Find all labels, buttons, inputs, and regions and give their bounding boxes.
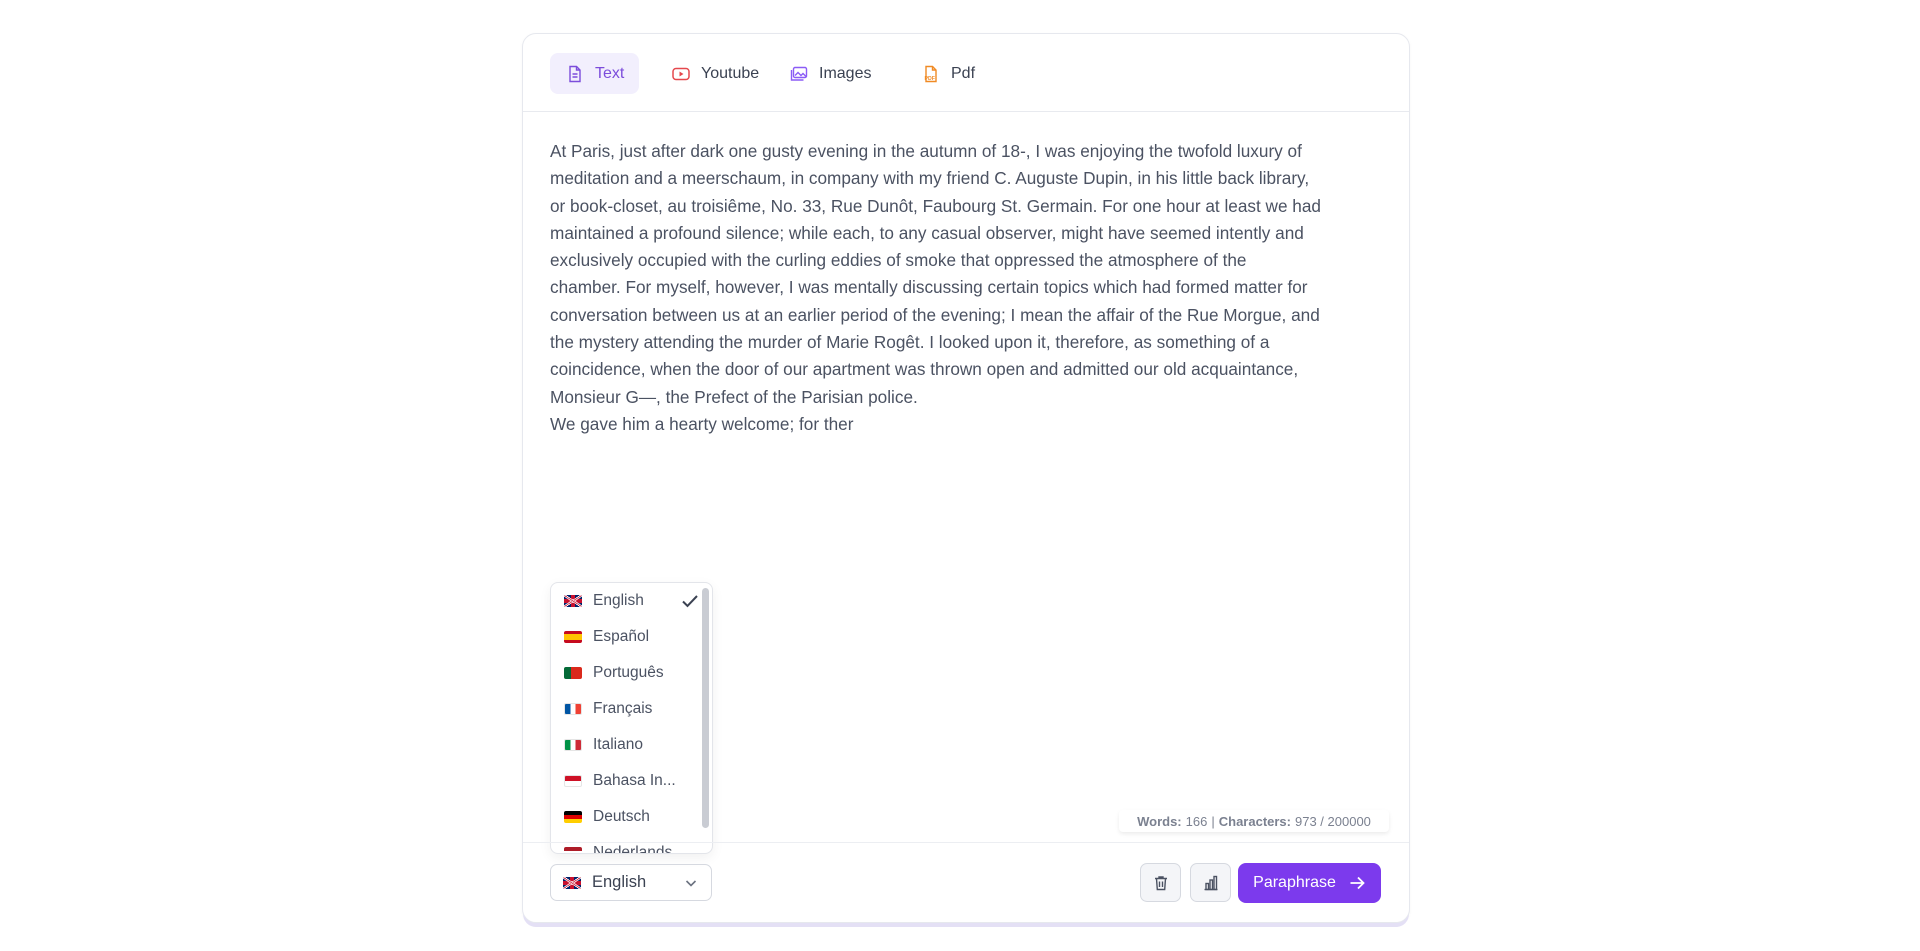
uk-flag-icon [563,876,581,889]
indonesia-flag-icon [564,775,582,787]
language-option-label: Español [593,628,650,645]
svg-text:PDF: PDF [925,76,935,82]
language-option-label: Nederlands [593,844,673,854]
language-option-portugues[interactable]: Português [551,655,701,691]
tab-text[interactable]: Text [550,53,640,94]
language-select[interactable]: English [550,864,712,901]
language-option-label: English [593,592,644,609]
pdf-icon: PDF [921,64,941,84]
france-flag-icon [564,703,582,715]
text-input-area[interactable]: At Paris, just after dark one gusty even… [550,138,1386,438]
language-option-bahasa-indonesia[interactable]: Bahasa In... [551,763,701,799]
characters-label: Characters: [1218,813,1291,829]
words-label: Words: [1137,813,1182,829]
language-option-espanol[interactable]: Español [551,619,701,655]
images-icon [789,64,809,84]
language-option-deutsch[interactable]: Deutsch [551,799,701,835]
spain-flag-icon [564,631,582,643]
germany-flag-icon [564,811,582,823]
footer-divider [523,842,1409,843]
trash-icon [1154,875,1167,890]
language-option-francais[interactable]: Français [551,691,701,727]
characters-value: 973 / 200000 [1295,813,1371,829]
arrow-right-icon [1350,876,1365,890]
language-option-label: Português [593,664,664,681]
uk-flag-icon [564,595,582,607]
counter-separator: | [1211,813,1215,829]
italy-flag-icon [564,739,582,751]
bar-chart-icon [1204,875,1217,890]
paraphrase-button-label: Paraphrase [1253,874,1336,891]
tab-label: Images [819,64,872,82]
netherlands-flag-icon [564,847,582,853]
words-value: 166 [1185,813,1208,829]
document-icon [565,64,585,84]
checkmark-icon [682,595,698,608]
language-option-nederlands[interactable]: Nederlands [551,835,701,854]
clear-text-button[interactable] [1140,863,1181,902]
input-source-tabs: Text Youtube Images PDF Pdf [523,34,1409,112]
portugal-flag-icon [564,667,582,679]
tab-youtube[interactable]: Youtube [656,53,774,94]
youtube-icon [671,64,691,84]
language-option-english[interactable]: English [551,583,701,619]
statistics-button[interactable] [1190,863,1231,902]
word-character-counter: Words: 166 | Characters: 973 / 200000 [1119,810,1389,832]
dropdown-scrollbar[interactable] [702,588,709,828]
language-option-label: Deutsch [593,808,650,825]
language-option-label: Italiano [593,736,643,753]
language-option-label: Français [593,700,653,717]
language-option-italiano[interactable]: Italiano [551,727,701,763]
tab-pdf[interactable]: PDF Pdf [906,53,990,94]
selected-language-label: English [592,873,647,891]
language-option-label: Bahasa In... [593,772,676,789]
language-dropdown-menu: English Español Português Français Itali… [550,582,713,854]
chevron-down-icon [685,880,697,887]
paraphraser-card: Text Youtube Images PDF Pdf At Paris, ju… [522,33,1410,923]
tab-label: Pdf [951,64,976,82]
tab-label: Youtube [701,64,760,82]
tab-images[interactable]: Images [774,53,886,94]
paraphrase-button[interactable]: Paraphrase [1238,863,1381,903]
tab-label: Text [595,64,625,82]
